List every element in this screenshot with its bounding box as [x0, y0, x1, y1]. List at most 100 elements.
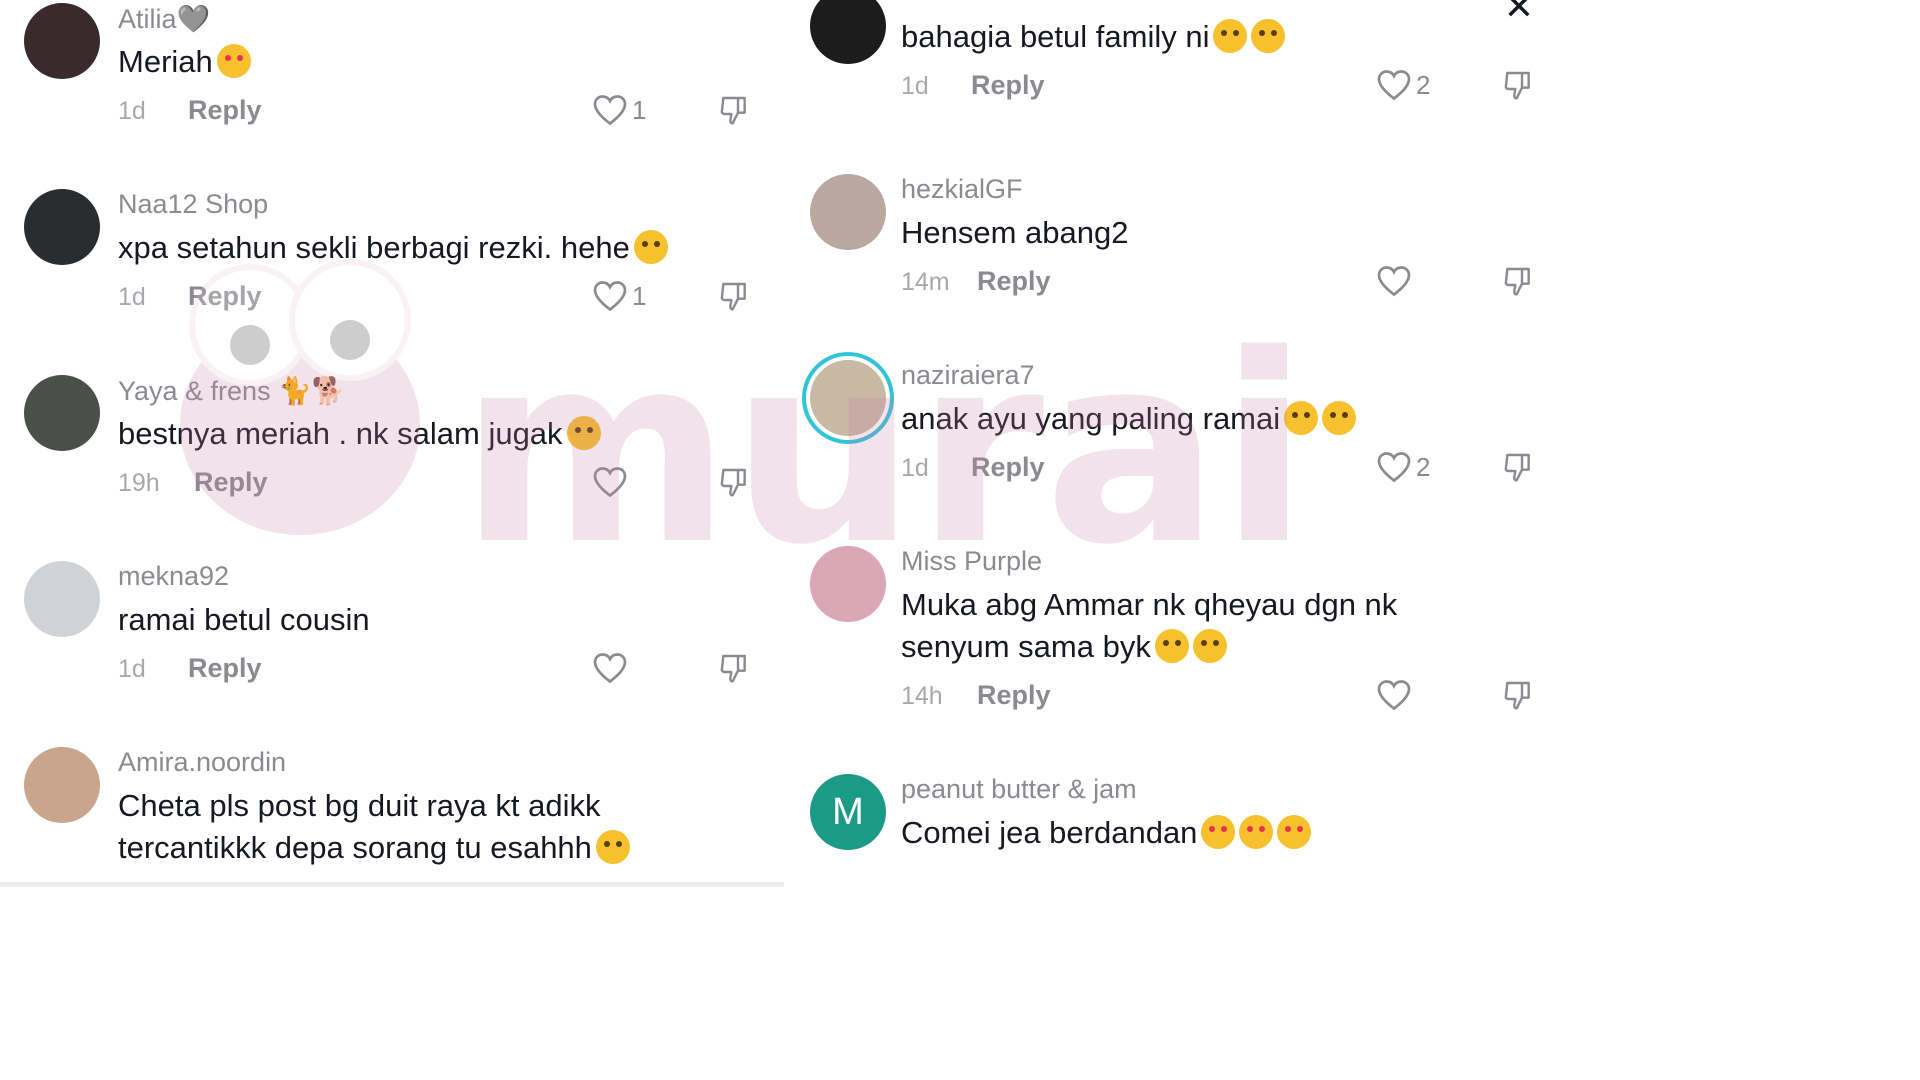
avatar[interactable]	[810, 0, 886, 64]
comment-timestamp: 14h	[901, 682, 943, 710]
dislike-icon	[720, 654, 746, 683]
dislike-icon	[1504, 453, 1530, 482]
rolling-laughing-face-emoji-icon	[1192, 629, 1227, 663]
comment-username[interactable]: Atilia🩶	[118, 3, 210, 35]
like-button[interactable]: 1	[592, 93, 646, 127]
comment-text: Comei jea berdandan	[901, 812, 1461, 854]
pleading-face-emoji-icon	[1213, 19, 1248, 53]
comment-item: Amira.noordin Cheta pls post bg duit raya…	[0, 747, 784, 887]
comments-panel-right: ✕ bahagia betul family ni 1d Reply 2 hezkial…	[784, 0, 1552, 887]
reply-button[interactable]: Reply	[971, 452, 1045, 483]
heart-icon	[1377, 680, 1411, 711]
dislike-button[interactable]	[1502, 450, 1534, 489]
avatar[interactable]	[810, 360, 886, 436]
comment-text: ramai betul cousin	[118, 599, 738, 641]
like-button[interactable]	[592, 465, 628, 499]
comment-username[interactable]: Naa12 Shop	[118, 189, 268, 220]
reply-button[interactable]: Reply	[977, 680, 1051, 711]
comment-text: Muka abg Ammar nk qheyau dgn nk senyum s…	[901, 584, 1461, 668]
like-count: 2	[1416, 451, 1431, 482]
reply-button[interactable]: Reply	[971, 70, 1045, 101]
dislike-button[interactable]	[1502, 68, 1534, 107]
grimacing-face-emoji-icon	[633, 230, 668, 264]
comment-item: mekna92 ramai betul cousin 1d Reply	[0, 561, 784, 747]
comment-item: naziraiera7 anak ayu yang paling ramai 1d R…	[784, 360, 1552, 546]
comment-timestamp: 1d	[901, 72, 929, 100]
dislike-icon	[720, 96, 746, 125]
avatar[interactable]	[810, 546, 886, 622]
dislike-icon	[720, 282, 746, 311]
dislike-button[interactable]	[718, 93, 750, 132]
comment-item: Yaya & frens 🐈🐕 bestnya meriah . nk salam…	[0, 375, 784, 561]
comment-text: bahagia betul family ni	[901, 16, 1461, 58]
comment-text-content: Hensem abang2	[901, 215, 1129, 250]
comment-item: Mpeanut butter & jam Comei jea berdandan	[784, 774, 1552, 887]
heart-icon	[593, 653, 627, 684]
comment-item: bahagia betul family ni 1d Reply 2	[784, 0, 1552, 174]
comment-username[interactable]: Miss Purple	[901, 546, 1042, 577]
comment-text-content: Muka abg Ammar nk qheyau dgn nk senyum s…	[901, 587, 1398, 664]
dislike-button[interactable]	[718, 465, 750, 504]
comment-item: Miss Purple Muka abg Ammar nk qheyau dgn …	[784, 546, 1552, 732]
dislike-button[interactable]	[718, 651, 750, 690]
comments-panel-left: Atilia🩶 Meriah 1d Reply 1 Naa12 Shop xpa setah…	[0, 0, 784, 887]
like-button[interactable]	[1376, 264, 1412, 298]
dislike-icon	[1504, 71, 1530, 100]
heart-icon	[1377, 452, 1411, 483]
heart-icon	[593, 95, 627, 126]
dislike-button[interactable]	[1502, 678, 1534, 717]
comment-username[interactable]: mekna92	[118, 561, 229, 592]
reply-button[interactable]: Reply	[188, 653, 262, 684]
avatar[interactable]	[24, 561, 100, 637]
avatar[interactable]	[24, 375, 100, 451]
like-button[interactable]	[592, 651, 628, 685]
comment-timestamp: 14m	[901, 268, 950, 296]
comment-text: Hensem abang2	[901, 212, 1461, 254]
avatar[interactable]: M	[810, 774, 886, 850]
avatar[interactable]	[24, 747, 100, 823]
reply-button[interactable]: Reply	[188, 281, 262, 312]
comment-text-content: bestnya meriah . nk salam jugak	[118, 416, 563, 451]
comment-username[interactable]: naziraiera7	[901, 360, 1035, 391]
like-button[interactable]: 1	[592, 279, 646, 313]
dislike-icon	[1504, 681, 1530, 710]
like-button[interactable]: 2	[1376, 68, 1430, 102]
comment-text-content: bahagia betul family ni	[901, 19, 1210, 54]
comment-text: xpa setahun sekli berbagi rezki. hehe	[118, 227, 738, 269]
comment-timestamp: 1d	[118, 655, 146, 683]
dislike-button[interactable]	[1502, 264, 1534, 303]
comment-text-content: ramai betul cousin	[118, 602, 370, 637]
comment-text-content: xpa setahun sekli berbagi rezki. hehe	[118, 230, 630, 265]
comment-timestamp: 19h	[118, 469, 160, 497]
dislike-icon	[720, 468, 746, 497]
heart-icon	[1377, 70, 1411, 101]
heart-icon	[593, 467, 627, 498]
pleading-face-emoji-icon	[1251, 19, 1286, 53]
avatar[interactable]	[810, 174, 886, 250]
like-button[interactable]	[1376, 678, 1412, 712]
tears-of-joy-face-emoji-icon	[595, 830, 630, 864]
comment-item: Naa12 Shop xpa setahun sekli berbagi rezk…	[0, 189, 784, 375]
avatar[interactable]	[24, 3, 100, 79]
avatar-letter: M	[832, 790, 864, 833]
reply-button[interactable]: Reply	[977, 266, 1051, 297]
comment-text-content: Meriah	[118, 44, 213, 79]
dislike-button[interactable]	[718, 279, 750, 318]
heart-eyes-face-emoji-icon	[1201, 815, 1236, 849]
comment-username[interactable]: peanut butter & jam	[901, 774, 1137, 805]
like-count: 2	[1416, 69, 1431, 100]
avatar[interactable]	[24, 189, 100, 265]
comment-item: hezkialGF Hensem abang2 14m Reply	[784, 174, 1552, 360]
comment-username[interactable]: hezkialGF	[901, 174, 1023, 205]
comment-username[interactable]: Amira.noordin	[118, 747, 286, 778]
like-count: 1	[632, 94, 647, 125]
like-button[interactable]: 2	[1376, 450, 1430, 484]
reply-button[interactable]: Reply	[194, 467, 268, 498]
comment-text-content: Comei jea berdandan	[901, 815, 1198, 850]
smiling-face-with-hearts-emoji-icon	[216, 44, 251, 78]
comment-text: Meriah	[118, 41, 738, 83]
comment-timestamp: 1d	[901, 454, 929, 482]
comment-timestamp: 1d	[118, 283, 146, 311]
comment-username[interactable]: Yaya & frens 🐈🐕	[118, 375, 345, 407]
reply-button[interactable]: Reply	[188, 95, 262, 126]
